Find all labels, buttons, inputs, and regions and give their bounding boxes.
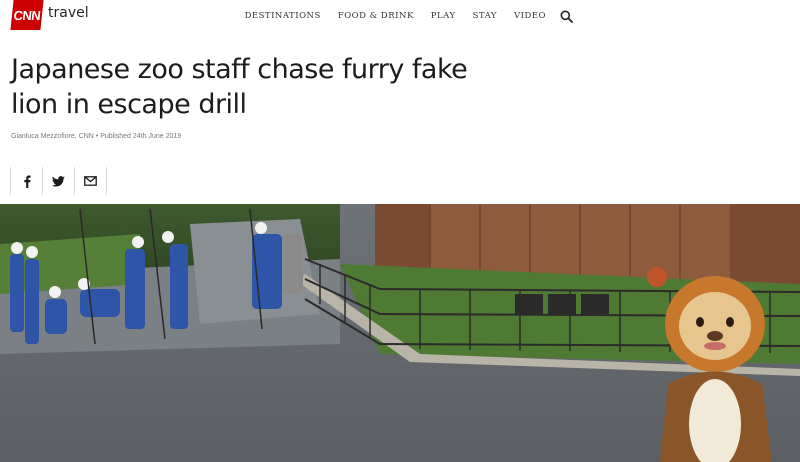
email-icon[interactable] [74, 167, 107, 195]
zoo-drill-photo [0, 204, 800, 462]
nav-food-drink[interactable]: FOOD & DRINK [338, 11, 414, 21]
article-byline: Gianluca Mezzofiore, CNN • Published 24t… [11, 133, 182, 140]
brand-name[interactable]: travel [48, 5, 89, 21]
twitter-icon[interactable] [42, 167, 74, 195]
search-icon[interactable] [558, 8, 574, 24]
nav-destinations[interactable]: DESTINATIONS [245, 11, 321, 21]
article-title-line-1: Japanese zoo staff chase furry fake [11, 54, 468, 85]
nav-play[interactable]: PLAY [431, 11, 456, 21]
facebook-icon[interactable] [10, 167, 42, 195]
cnn-logo[interactable]: CNN [10, 0, 44, 30]
share-bar [10, 167, 107, 195]
nav-video[interactable]: VIDEO [514, 11, 546, 21]
article-title-line-2: lion in escape drill [11, 89, 247, 120]
hero-photo [0, 204, 800, 462]
article-title: Japanese zoo staff chase furry fake lion… [11, 52, 531, 122]
nav-stay[interactable]: STAY [473, 11, 497, 21]
main-nav: DESTINATIONS FOOD & DRINK PLAY STAY VIDE… [245, 9, 800, 23]
site-header: CNN travel DESTINATIONS FOOD & DRINK PLA… [0, 0, 800, 30]
